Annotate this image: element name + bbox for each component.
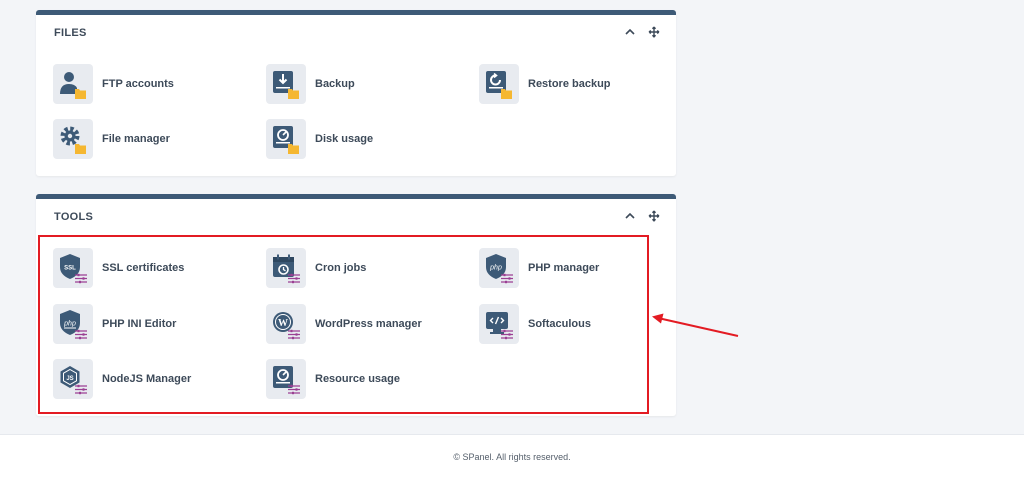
cron-calendar-icon <box>266 248 306 288</box>
tools-item-softaculous[interactable]: Softaculous <box>479 304 591 344</box>
svg-text:W: W <box>278 318 288 329</box>
files-item-label: Backup <box>315 78 355 90</box>
files-item-file-manager[interactable]: File manager <box>53 119 170 159</box>
tools-item-label: WordPress manager <box>315 318 422 330</box>
nodejs-icon: JS <box>53 359 93 399</box>
tools-item-label: PHP INI Editor <box>102 318 177 330</box>
backup-drive-icon <box>266 64 306 104</box>
files-item-restore-backup[interactable]: Restore backup <box>479 64 611 104</box>
footer-copyright: © SPanel. All rights reserved. <box>453 452 571 462</box>
svg-text:SSL: SSL <box>64 266 76 272</box>
chevron-up-icon[interactable] <box>624 26 636 38</box>
php-shield-icon: php <box>479 248 519 288</box>
tools-item-label: PHP manager <box>528 262 600 274</box>
svg-text:php: php <box>489 265 502 272</box>
files-item-ftp-accounts[interactable]: FTP accounts <box>53 64 174 104</box>
softaculous-code-icon <box>479 304 519 344</box>
files-item-label: FTP accounts <box>102 78 174 90</box>
files-item-label: File manager <box>102 133 170 145</box>
ftp-user-icon <box>53 64 93 104</box>
tools-item-label: NodeJS Manager <box>102 373 192 385</box>
files-panel-header: FILES <box>36 15 676 51</box>
tools-item-label: Cron jobs <box>315 262 367 274</box>
chevron-up-icon[interactable] <box>624 210 636 222</box>
files-item-backup[interactable]: Backup <box>266 64 355 104</box>
files-item-label: Restore backup <box>528 78 611 90</box>
move-icon[interactable] <box>648 210 660 222</box>
tools-item-label: SSL certificates <box>102 262 185 274</box>
tools-item-php-manager[interactable]: php PHP manager <box>479 248 599 288</box>
files-panel-title: FILES <box>54 27 87 39</box>
tools-item-ssl-certificates[interactable]: SSL SSL certificates <box>53 248 184 288</box>
wordpress-icon: W <box>266 304 306 344</box>
footer: © SPanel. All rights reserved. <box>0 434 1024 479</box>
tools-item-resource-usage[interactable]: Resource usage <box>266 359 400 399</box>
svg-text:php: php <box>63 321 76 328</box>
disk-gauge-icon <box>266 119 306 159</box>
php-ini-icon: php <box>53 304 93 344</box>
move-icon[interactable] <box>648 26 660 38</box>
tools-panel-title: TOOLS <box>54 211 94 223</box>
restore-drive-icon <box>479 64 519 104</box>
files-item-disk-usage[interactable]: Disk usage <box>266 119 373 159</box>
tools-item-label: Resource usage <box>315 373 400 385</box>
files-item-label: Disk usage <box>315 133 374 145</box>
resource-gauge-icon <box>266 359 306 399</box>
annotation-arrow <box>652 313 739 337</box>
gear-folder-icon <box>53 119 93 159</box>
tools-item-cron-jobs[interactable]: Cron jobs <box>266 248 366 288</box>
tools-item-nodejs-manager[interactable]: JS NodeJS Manager <box>53 359 191 399</box>
tools-item-php-ini-editor[interactable]: php PHP INI Editor <box>53 304 176 344</box>
tools-item-label: Softaculous <box>528 318 591 330</box>
tools-panel-header: TOOLS <box>36 199 676 235</box>
svg-text:JS: JS <box>66 376 73 382</box>
ssl-shield-icon: SSL <box>53 248 93 288</box>
tools-item-wordpress-manager[interactable]: W WordPress manager <box>266 304 422 344</box>
